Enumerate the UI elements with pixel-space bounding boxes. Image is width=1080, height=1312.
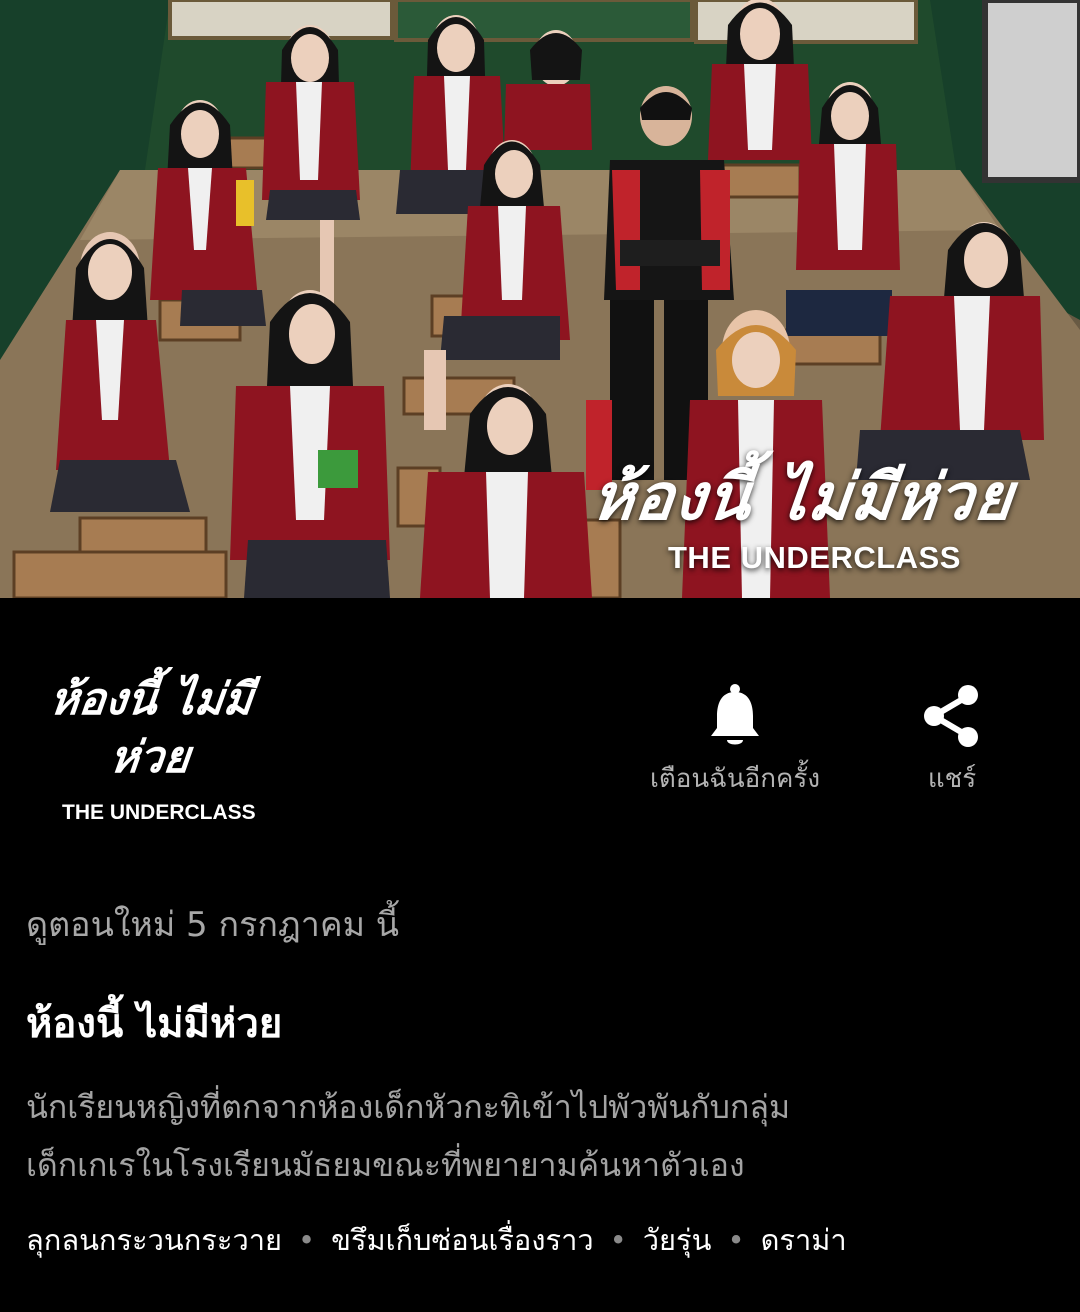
- share-button[interactable]: แชร์: [904, 684, 1000, 796]
- hero-subtitle-logo: THE UNDERCLASS: [668, 540, 961, 575]
- genre-separator: •: [298, 1223, 316, 1257]
- genre-separator: •: [727, 1223, 745, 1257]
- synopsis: นักเรียนหญิงที่ตกจากห้องเด็กหัวกะทิเข้าไ…: [26, 1078, 1066, 1194]
- genre-tags: ลุกลนกระวนกระวาย • ขรึมเก็บซ่อนเรื่องราว • ว…: [26, 1212, 1066, 1268]
- show-title-logo: ห้องนี้ ไม่มี ห่วย THE UNDERCLASS: [44, 672, 284, 832]
- release-date-text: ดูตอนใหม่ 5 กรกฎาคม นี้: [26, 905, 400, 945]
- show-title: ห้องนี้ ไม่มีห่วย: [26, 1001, 283, 1047]
- show-logo-line1: ห้องนี้ ไม่มี: [47, 674, 256, 725]
- genre-tag: ขรึมเก็บซ่อนเรื่องราว: [331, 1223, 594, 1257]
- genre-tag: วัยรุ่น: [642, 1223, 712, 1257]
- bell-icon: [711, 684, 759, 745]
- genre-tag: ดราม่า: [760, 1223, 847, 1257]
- genre-separator: •: [609, 1223, 627, 1257]
- synopsis-line: เด็กเกเรในโรงเรียนมัธยมขณะที่พยายามค้นหา…: [26, 1146, 745, 1184]
- show-logo-line2: ห่วย: [107, 732, 193, 783]
- genre-tag: ลุกลนกระวนกระวาย: [26, 1223, 283, 1257]
- hero-poster[interactable]: ห้องนี้ ไม่มีห่วย THE UNDERCLASS: [0, 0, 1080, 598]
- remind-me-label: เตือนฉันอีกครั้ง: [649, 764, 821, 794]
- share-icon: [924, 685, 978, 747]
- remind-me-button[interactable]: เตือนฉันอีกครั้ง: [624, 684, 846, 796]
- show-detail-page: ห้องนี้ ไม่มีห่วย THE UNDERCLASS ห้องนี้…: [0, 0, 1080, 1312]
- share-label: แชร์: [927, 764, 977, 794]
- show-logo-line3: THE UNDERCLASS: [62, 801, 256, 824]
- hero-title-logo: ห้องนี้ ไม่มีห่วย: [588, 460, 1018, 535]
- synopsis-line: นักเรียนหญิงที่ตกจากห้องเด็กหัวกะทิเข้าไ…: [26, 1088, 791, 1126]
